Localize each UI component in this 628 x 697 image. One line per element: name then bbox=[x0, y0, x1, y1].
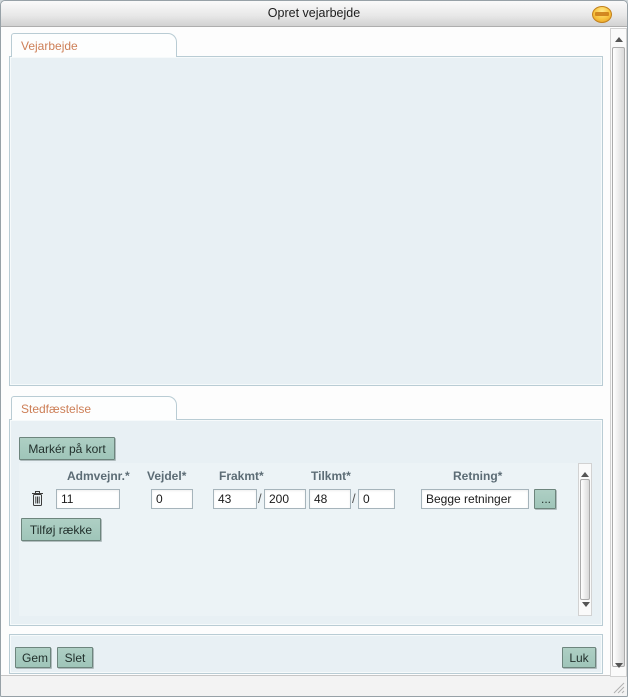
scroll-down-icon[interactable] bbox=[615, 663, 623, 672]
scroll-up-icon[interactable] bbox=[615, 33, 623, 42]
tilkmt-fra-field[interactable] bbox=[309, 489, 351, 509]
frakmt-separator: / bbox=[258, 491, 262, 506]
column-header-admvejnr: Admvejnr.* bbox=[67, 469, 130, 483]
window-resize-grip-icon[interactable] bbox=[612, 681, 625, 694]
scroll-up-icon[interactable] bbox=[581, 468, 589, 477]
vejdel-field[interactable] bbox=[151, 489, 193, 509]
retning-field[interactable] bbox=[421, 489, 529, 509]
tab-vejarbejde[interactable]: Vejarbejde bbox=[11, 33, 177, 57]
titlebar: Opret vejarbejde bbox=[1, 1, 627, 27]
delete-row-button[interactable] bbox=[31, 490, 44, 510]
column-header-vejdel: Vejdel* bbox=[147, 469, 186, 483]
tilkmt-til-field[interactable] bbox=[358, 489, 395, 509]
column-header-retning: Retning* bbox=[453, 469, 502, 483]
statusbar bbox=[1, 675, 627, 696]
main-scrollbar-thumb[interactable] bbox=[612, 47, 625, 667]
marker-pa-kort-button[interactable]: Markér på kort bbox=[19, 437, 115, 460]
minimize-button[interactable] bbox=[592, 6, 612, 23]
luk-button[interactable]: Luk bbox=[562, 647, 596, 668]
window-title: Opret vejarbejde bbox=[1, 6, 627, 20]
tab-stedfaestelse[interactable]: Stedfæstelse bbox=[11, 396, 177, 420]
column-header-tilkmt: Tilkmt* bbox=[311, 469, 351, 483]
tab-stedfaestelse-label: Stedfæstelse bbox=[21, 402, 91, 416]
footer-panel bbox=[9, 634, 603, 674]
admvejnr-field[interactable] bbox=[56, 489, 120, 509]
gem-button[interactable]: Gem bbox=[15, 647, 51, 668]
opret-vejarbejde-window: Opret vejarbejde Vejarbejde Vejarbejder … bbox=[0, 0, 628, 697]
slet-button[interactable]: Slet bbox=[57, 647, 93, 668]
column-header-frakmt: Frakmt* bbox=[219, 469, 264, 483]
stedfaestelse-table bbox=[19, 463, 578, 616]
table-scrollbar[interactable] bbox=[578, 463, 592, 616]
frakmt-fra-field[interactable] bbox=[213, 489, 257, 509]
scroll-down-icon[interactable] bbox=[582, 602, 590, 611]
vejarbejde-panel bbox=[9, 56, 603, 386]
tab-vejarbejde-label: Vejarbejde bbox=[21, 39, 78, 53]
main-scrollbar[interactable] bbox=[610, 28, 627, 677]
tilkmt-separator: / bbox=[352, 491, 356, 506]
table-scrollbar-thumb[interactable] bbox=[580, 479, 590, 600]
trash-icon bbox=[31, 490, 44, 507]
tilfoj-raekke-button[interactable]: Tilføj række bbox=[21, 518, 101, 541]
retning-browse-button[interactable]: ... bbox=[534, 489, 556, 509]
frakmt-til-field[interactable] bbox=[264, 489, 306, 509]
